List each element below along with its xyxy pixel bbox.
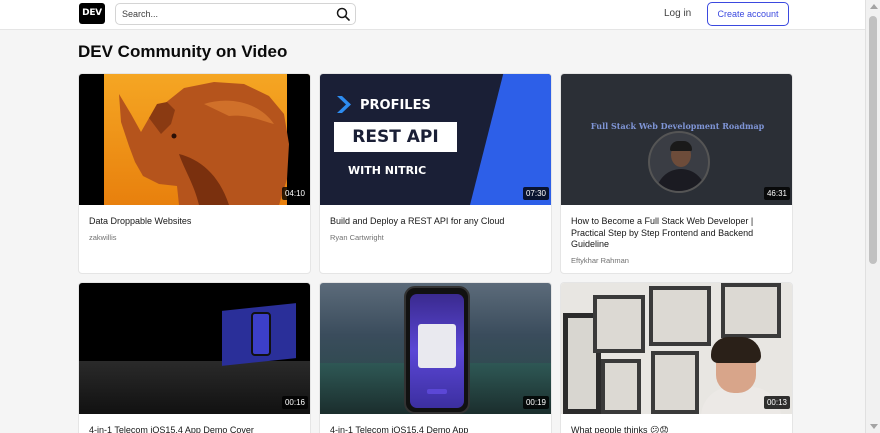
thumbnail-text-rest-api: REST API xyxy=(334,122,457,152)
video-title[interactable]: 4-in-1 Telecom iOS15.4 Demo App xyxy=(330,425,543,433)
top-navigation-bar: DEV Log in Create account xyxy=(0,0,865,30)
video-thumbnail[interactable]: 00:13 xyxy=(561,283,792,414)
page-title: DEV Community on Video xyxy=(78,42,288,61)
thumbnail-text-profiles: PROFILES xyxy=(360,98,431,113)
video-duration-badge: 00:16 xyxy=(281,396,308,409)
video-title[interactable]: 4-in-1 Telecom iOS15.4 App Demo Cover xyxy=(89,425,302,433)
scrollbar-thumb[interactable] xyxy=(869,16,877,264)
video-card[interactable]: 00:19 4-in-1 Telecom iOS15.4 Demo App xyxy=(319,282,552,433)
video-duration-badge: 04:10 xyxy=(281,187,308,200)
video-thumbnail[interactable]: PROFILES REST API WITH NITRIC 07:30 xyxy=(320,74,551,205)
search-box[interactable] xyxy=(115,3,356,25)
login-link[interactable]: Log in xyxy=(664,8,691,19)
video-author: zakwillis xyxy=(89,233,117,242)
search-input[interactable] xyxy=(122,6,332,22)
presenter-webcam xyxy=(648,131,710,193)
iphone-mockup xyxy=(404,286,470,414)
thumbnail-text-with-nitric: WITH NITRIC xyxy=(348,164,427,177)
video-author: Ryan Cartwright xyxy=(330,233,384,242)
video-card[interactable]: Full Stack Web Development Roadmap 46:31… xyxy=(560,73,793,274)
video-duration-badge: 00:13 xyxy=(763,396,790,409)
rhino-image xyxy=(119,82,289,205)
video-title[interactable]: How to Become a Full Stack Web Developer… xyxy=(571,216,784,251)
video-thumbnail[interactable]: Full Stack Web Development Roadmap 46:31 xyxy=(561,74,792,205)
vertical-scrollbar[interactable] xyxy=(865,0,880,433)
dev-logo[interactable]: DEV xyxy=(79,3,105,24)
video-card[interactable]: PROFILES REST API WITH NITRIC 07:30 Buil… xyxy=(319,73,552,274)
video-author: Eftykhar Rahman xyxy=(571,256,629,265)
video-duration-badge: 46:31 xyxy=(763,187,790,200)
scroll-up-arrow-icon[interactable] xyxy=(870,4,878,9)
video-title[interactable]: What people thinks 😕😟 xyxy=(571,425,784,433)
video-card[interactable]: 00:16 4-in-1 Telecom iOS15.4 App Demo Co… xyxy=(78,282,311,433)
video-duration-badge: 07:30 xyxy=(522,187,549,200)
video-thumbnail[interactable]: 00:16 xyxy=(79,283,310,414)
search-icon[interactable] xyxy=(336,7,350,21)
video-duration-badge: 00:19 xyxy=(522,396,549,409)
create-account-button[interactable]: Create account xyxy=(707,2,789,26)
video-thumbnail[interactable]: 04:10 xyxy=(79,74,310,205)
video-thumbnail[interactable]: 00:19 xyxy=(320,283,551,414)
video-title[interactable]: Build and Deploy a REST API for any Clou… xyxy=(330,216,543,228)
nitric-logo-icon xyxy=(337,96,351,113)
scroll-down-arrow-icon[interactable] xyxy=(870,424,878,429)
thumbnail-text-roadmap: Full Stack Web Development Roadmap xyxy=(590,121,765,131)
video-card[interactable]: 04:10 Data Droppable Websites zakwillis xyxy=(78,73,311,274)
video-card[interactable]: 00:13 What people thinks 😕😟 xyxy=(560,282,793,433)
video-title[interactable]: Data Droppable Websites xyxy=(89,216,302,228)
